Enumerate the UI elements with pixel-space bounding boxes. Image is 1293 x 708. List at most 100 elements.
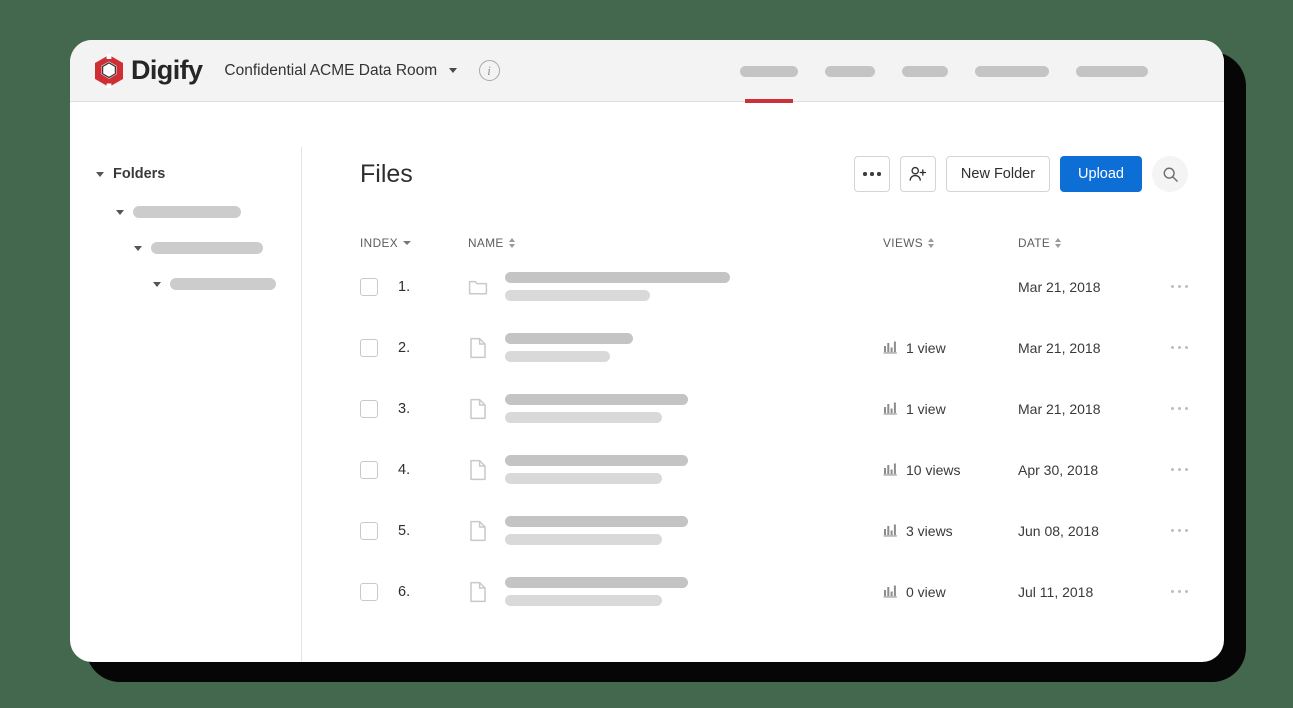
files-table: INDEX NAME VIEWS DATE 1. Mar 21, 2018 2. 1 vie… [360, 230, 1188, 622]
column-header-label: INDEX [360, 236, 399, 250]
row-name-cell[interactable] [468, 455, 883, 484]
folder-tree-item-3[interactable] [70, 278, 302, 290]
sidebar: Folders [70, 102, 302, 662]
ellipsis-horizontal-icon[interactable] [1170, 345, 1188, 350]
row-actions-cell [1142, 589, 1188, 594]
ellipsis-horizontal-icon[interactable] [1170, 406, 1188, 411]
row-index-label: 1. [398, 278, 411, 295]
nav-tab-4[interactable] [975, 40, 1049, 102]
row-name-line-primary [505, 272, 730, 283]
caret-down-icon[interactable] [116, 209, 124, 215]
more-options-button[interactable] [853, 156, 890, 192]
row-views-cell: 1 view [883, 340, 1018, 356]
new-folder-button[interactable]: New Folder [945, 156, 1051, 192]
row-views-label: 1 view [906, 339, 946, 356]
row-date-cell: Mar 21, 2018 [1018, 400, 1101, 417]
brand[interactable]: Digify [93, 53, 203, 88]
row-name-placeholder [505, 272, 730, 301]
row-views-label: 3 views [906, 522, 953, 539]
row-name-cell[interactable] [468, 577, 883, 606]
folder-tree-item-1[interactable] [70, 206, 302, 218]
row-name-cell[interactable] [468, 516, 883, 545]
row-index-cell: 5. [360, 521, 468, 540]
app-header: Digify Confidential ACME Data Room i [70, 40, 1224, 102]
row-name-line-secondary [505, 412, 662, 423]
row-name-line-secondary [505, 290, 650, 301]
row-name-cell[interactable] [468, 333, 883, 362]
page-title: Files [360, 159, 413, 188]
invite-people-button[interactable] [899, 156, 936, 192]
table-row[interactable]: 2. 1 view Mar 21, 2018 [360, 317, 1188, 378]
folder-tree [70, 206, 302, 290]
ellipsis-horizontal-icon[interactable] [1170, 467, 1188, 472]
header-nav [740, 40, 1148, 102]
row-checkbox[interactable] [360, 277, 378, 296]
row-index-label: 2. [398, 339, 411, 356]
sidebar-folders-label: Folders [113, 166, 166, 182]
nav-tab-placeholder [1076, 65, 1148, 77]
column-header-name[interactable]: NAME [468, 236, 883, 250]
nav-tab-3[interactable] [902, 40, 948, 102]
row-name-cell[interactable] [468, 272, 883, 301]
info-glyph: i [487, 62, 491, 78]
row-name-line-primary [505, 455, 688, 466]
table-header-row: INDEX NAME VIEWS DATE [360, 230, 1188, 256]
upload-button[interactable]: Upload [1060, 156, 1142, 192]
nav-tab-5[interactable] [1076, 40, 1148, 102]
row-checkbox[interactable] [360, 582, 378, 601]
nav-tab-1[interactable] [740, 40, 798, 102]
info-circle-icon[interactable]: i [478, 60, 500, 81]
document-title-text: Confidential ACME Data Room [224, 61, 438, 79]
nav-tab-placeholder [825, 65, 875, 77]
row-name-line-primary [505, 394, 688, 405]
row-index-cell: 6. [360, 582, 468, 601]
ellipsis-horizontal-icon[interactable] [1170, 589, 1188, 594]
ellipsis-horizontal-icon [863, 172, 881, 176]
column-header-date[interactable]: DATE [1018, 236, 1142, 250]
row-views-label: 1 view [906, 400, 946, 417]
toolbar: New Folder Upload [853, 156, 1188, 192]
screenshot-stage: Digify Confidential ACME Data Room i Fol… [0, 0, 1293, 708]
row-date-cell: Jun 08, 2018 [1018, 522, 1099, 539]
app-body: Folders Files New Folder Upload INDEX NA… [70, 102, 1224, 662]
table-row[interactable]: 5. 3 views Jun 08, 2018 [360, 500, 1188, 561]
main-header: Files New Folder Upload [360, 102, 1188, 192]
row-index-cell: 3. [360, 399, 468, 418]
nav-tab-2[interactable] [825, 40, 875, 102]
table-row[interactable]: 3. 1 view Mar 21, 2018 [360, 378, 1188, 439]
row-checkbox[interactable] [360, 460, 378, 479]
caret-down-icon[interactable] [134, 245, 142, 251]
row-index-label: 6. [398, 583, 411, 600]
row-name-line-secondary [505, 534, 662, 545]
row-views-cell: 0 view [883, 584, 1018, 600]
table-row[interactable]: 1. Mar 21, 2018 [360, 256, 1188, 317]
column-header-label: DATE [1018, 236, 1051, 250]
ellipsis-horizontal-icon[interactable] [1170, 284, 1188, 289]
bar-chart-icon [883, 402, 897, 415]
row-checkbox[interactable] [360, 521, 378, 540]
document-title-dropdown[interactable]: Confidential ACME Data Room [224, 61, 457, 80]
row-date-cell: Mar 21, 2018 [1018, 339, 1101, 356]
sort-updown-icon [928, 238, 935, 248]
column-header-views[interactable]: VIEWS [883, 236, 1018, 250]
search-button[interactable] [1152, 156, 1188, 192]
row-checkbox[interactable] [360, 399, 378, 418]
column-header-index[interactable]: INDEX [360, 236, 468, 250]
document-icon [470, 398, 486, 419]
ellipsis-horizontal-icon[interactable] [1170, 528, 1188, 533]
table-row[interactable]: 6. 0 view Jul 11, 2018 [360, 561, 1188, 622]
document-icon [470, 520, 486, 541]
person-add-icon [909, 166, 927, 181]
sort-updown-icon [508, 238, 515, 248]
folder-tree-item-2[interactable] [70, 242, 302, 254]
row-name-placeholder [505, 577, 688, 606]
nav-tab-placeholder [740, 65, 798, 77]
row-views-cell: 3 views [883, 523, 1018, 539]
row-actions-cell [1142, 345, 1188, 350]
table-row[interactable]: 4. 10 views Apr 30, 2018 [360, 439, 1188, 500]
row-checkbox[interactable] [360, 338, 378, 357]
row-name-cell[interactable] [468, 394, 883, 423]
caret-down-icon[interactable] [153, 281, 161, 287]
sidebar-folders-header[interactable]: Folders [70, 166, 302, 182]
row-index-label: 3. [398, 400, 411, 417]
